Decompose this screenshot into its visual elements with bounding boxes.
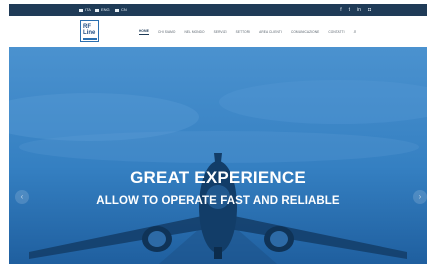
twitter-icon[interactable]: t xyxy=(349,4,350,16)
flag-icon xyxy=(95,8,99,12)
facebook-icon[interactable]: f xyxy=(340,4,341,16)
flag-icon xyxy=(79,8,83,12)
nav-item-contatti[interactable]: CONTATTI xyxy=(328,30,344,34)
main-navigation: HOME CHI SIAMO NEL MONDO SERVIZI SETTORI… xyxy=(139,29,357,35)
browser-page: ITA ENG CN f t in ◘ RF Line HOME CHI SIA… xyxy=(9,4,427,264)
flag-icon xyxy=(115,8,119,12)
site-header: RF Line HOME CHI SIAMO NEL MONDO SERVIZI… xyxy=(9,16,427,48)
hero-slider: ‹ › GREAT EXPERIENCE ALLOW TO OPERATE FA… xyxy=(9,47,427,264)
language-cn[interactable]: CN xyxy=(115,4,127,16)
site-logo[interactable]: RF Line xyxy=(80,20,99,42)
hero-headline: GREAT EXPERIENCE xyxy=(130,168,306,187)
nav-item-servizi[interactable]: SERVIZI xyxy=(214,30,227,34)
nav-item-chi-siamo[interactable]: CHI SIAMO xyxy=(158,30,176,34)
nav-item-comunicazione[interactable]: COMUNICAZIONE xyxy=(291,30,319,34)
nav-item-nel-mondo[interactable]: NEL MONDO xyxy=(185,30,205,34)
nav-item-settori[interactable]: SETTORI xyxy=(236,30,250,34)
nav-item-area-clienti[interactable]: AREA CLIENTI xyxy=(259,30,282,34)
instagram-icon[interactable]: ◘ xyxy=(368,4,371,16)
language-cn-label: CN xyxy=(121,7,127,12)
language-ita[interactable]: ITA xyxy=(79,4,91,16)
language-ita-label: ITA xyxy=(85,7,91,12)
social-links: f t in ◘ xyxy=(340,4,371,16)
linkedin-icon[interactable]: in xyxy=(357,4,361,16)
language-eng-label: ENG xyxy=(101,7,110,12)
hero-subheadline: ALLOW TO OPERATE FAST AND RELIABLE xyxy=(96,195,340,207)
logo-underline xyxy=(83,38,97,40)
top-utility-bar: ITA ENG CN f t in ◘ xyxy=(9,4,427,16)
nav-item-home[interactable]: HOME xyxy=(139,29,149,35)
airplane-hero-image xyxy=(9,47,427,264)
logo-text-line2: Line xyxy=(83,30,96,36)
search-icon[interactable]: ⌕ xyxy=(354,29,357,35)
language-eng[interactable]: ENG xyxy=(95,4,110,16)
